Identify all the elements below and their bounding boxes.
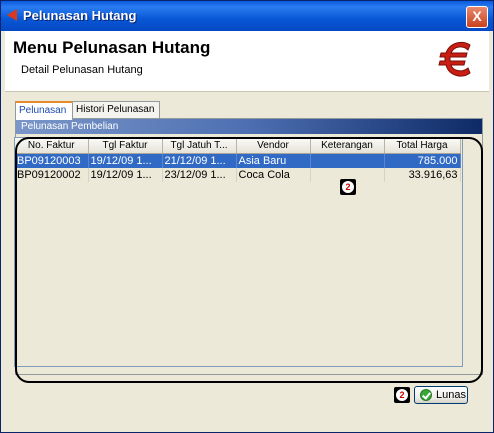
annotation-marker-table: 2: [340, 179, 356, 195]
column-header-vendor[interactable]: Vendor: [236, 138, 311, 154]
table-header-row: No. Faktur Tgl Faktur Tgl Jatuh T... Ven…: [15, 138, 461, 154]
tab-pelunasan[interactable]: Pelunasan: [15, 101, 73, 120]
cell-keterangan: [310, 153, 385, 168]
title-bar[interactable]: Pelunasan Hutang X: [1, 1, 493, 31]
cell-no-faktur: BP09120002: [15, 168, 89, 182]
main-window: Pelunasan Hutang X Menu Pelunasan Hutang…: [0, 0, 494, 433]
table-row[interactable]: BP09120003 19/12/09 1... 21/12/09 1... A…: [15, 153, 461, 168]
cell-no-faktur: BP09120003: [15, 153, 89, 168]
column-header-tgl-jatuh-tempo[interactable]: Tgl Jatuh T...: [162, 138, 237, 154]
cell-tgl-jatuh-tempo: 21/12/09 1...: [162, 153, 237, 168]
cell-total-harga: 785.000: [384, 153, 461, 168]
euro-icon: [438, 41, 471, 77]
check-icon: [420, 389, 432, 401]
app-icon: [7, 9, 17, 21]
page-subtitle: Detail Pelunasan Hutang: [21, 64, 143, 76]
cell-total-harga: 33.916,63: [384, 168, 461, 182]
cell-tgl-faktur: 19/12/09 1...: [88, 168, 163, 182]
invoice-table: No. Faktur Tgl Faktur Tgl Jatuh T... Ven…: [14, 137, 463, 367]
cell-vendor: Coca Cola: [236, 168, 311, 182]
tab-histori-pelunasan[interactable]: Histori Pelunasan: [72, 101, 160, 118]
content-area: Pelunasan Histori Pelunasan Pelunasan Pe…: [5, 92, 489, 428]
window-title: Pelunasan Hutang: [23, 8, 137, 23]
table-row[interactable]: BP09120002 19/12/09 1... 23/12/09 1... C…: [15, 168, 461, 182]
cell-vendor: Asia Baru: [236, 153, 311, 168]
lunas-button-label: Lunas: [436, 389, 466, 401]
cell-tgl-jatuh-tempo: 23/12/09 1...: [162, 168, 237, 182]
column-header-keterangan[interactable]: Keterangan: [310, 138, 385, 154]
close-button[interactable]: X: [466, 6, 488, 28]
column-header-no-faktur[interactable]: No. Faktur: [15, 138, 89, 154]
page-header: Menu Pelunasan Hutang Detail Pelunasan H…: [5, 31, 489, 92]
lunas-button[interactable]: Lunas: [414, 386, 468, 404]
column-header-tgl-faktur[interactable]: Tgl Faktur: [88, 138, 163, 154]
annotation-marker-label: 2: [342, 181, 354, 193]
page-title: Menu Pelunasan Hutang: [13, 38, 211, 57]
annotation-marker-button: 2: [394, 387, 410, 403]
annotation-marker-label: 2: [396, 389, 408, 401]
cell-tgl-faktur: 19/12/09 1...: [88, 153, 163, 168]
section-header: Pelunasan Pembelian: [16, 119, 482, 134]
column-header-total-harga[interactable]: Total Harga: [384, 138, 461, 154]
